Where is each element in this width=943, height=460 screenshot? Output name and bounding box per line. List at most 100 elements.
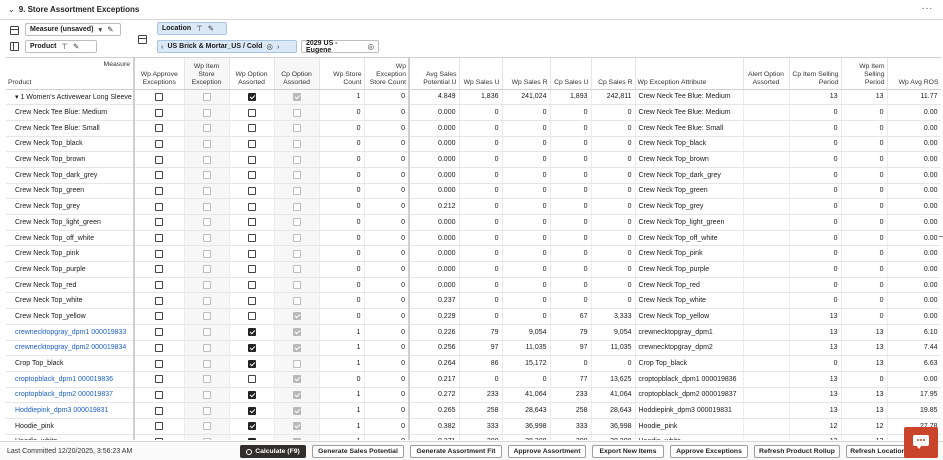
exception-store-count-cell[interactable]: 0 bbox=[364, 387, 410, 404]
option-assorted-checkbox[interactable] bbox=[247, 406, 256, 415]
store-count-cell[interactable]: 0 bbox=[319, 120, 365, 137]
approve-exception-checkbox[interactable] bbox=[155, 390, 164, 399]
approve-exception-checkbox[interactable] bbox=[155, 249, 164, 258]
product-cell[interactable]: crewnecktopgray_dpm2 000019834 bbox=[6, 340, 135, 357]
exception-store-count-cell[interactable]: 0 bbox=[364, 340, 410, 357]
calculate-button[interactable]: Calculate (F9) bbox=[240, 445, 306, 458]
approve-exception-checkbox[interactable] bbox=[155, 218, 164, 227]
option-assorted-checkbox[interactable] bbox=[247, 186, 256, 195]
exception-store-count-cell[interactable]: 0 bbox=[364, 245, 410, 263]
store-count-cell[interactable]: 0 bbox=[319, 136, 365, 153]
option-assorted-checkbox[interactable] bbox=[247, 265, 256, 274]
refresh-location-button[interactable]: Refresh Location bbox=[846, 445, 910, 458]
approve-exception-checkbox[interactable] bbox=[155, 265, 164, 274]
product-cell[interactable]: croptopblack_dpm1 000019836 bbox=[6, 371, 135, 388]
store-count-cell[interactable]: 0 bbox=[319, 277, 365, 294]
hierarchy-icon[interactable]: ⊤ bbox=[196, 24, 203, 33]
exception-store-count-cell[interactable]: 0 bbox=[364, 324, 410, 341]
store-count-cell[interactable]: 0 bbox=[319, 292, 365, 310]
store-count-cell[interactable]: 1 bbox=[319, 402, 365, 419]
approve-exception-checkbox[interactable] bbox=[155, 108, 164, 117]
exception-attribute-cell[interactable]: Crew Neck Top_green bbox=[635, 183, 744, 200]
exception-store-count-cell[interactable]: 0 bbox=[364, 183, 410, 200]
store-selector[interactable]: 2029 US - Eugene ◎ bbox=[301, 40, 379, 54]
approve-exception-checkbox[interactable] bbox=[155, 359, 164, 368]
exception-attribute-cell[interactable]: crewnecktopgray_dpm1 bbox=[635, 324, 744, 341]
option-assorted-checkbox[interactable] bbox=[247, 312, 256, 321]
table-row[interactable]: croptopblack_dpm2 000019837 1 0 0.272 233 41,… bbox=[6, 387, 941, 404]
table-row[interactable]: Crop Top_black 1 0 0.264 86 15,172 0 0 Crop Top_… bbox=[6, 355, 941, 372]
previous-arrow-icon[interactable]: ‹ bbox=[161, 42, 164, 51]
column-header[interactable]: Cp Item Selling Period bbox=[789, 58, 842, 90]
option-assorted-checkbox[interactable] bbox=[247, 343, 256, 352]
generate-assortment-fit-button[interactable]: Generate Assortment Fit bbox=[410, 445, 502, 458]
exception-attribute-cell[interactable]: crewnecktopgray_dpm2 bbox=[635, 340, 744, 357]
option-assorted-checkbox[interactable] bbox=[247, 92, 256, 101]
collapse-chevron-icon[interactable]: ⌄ bbox=[8, 5, 15, 14]
option-assorted-checkbox[interactable] bbox=[247, 139, 256, 148]
exception-attribute-cell[interactable]: Hoodie_white bbox=[635, 434, 744, 440]
exception-store-count-cell[interactable]: 0 bbox=[364, 198, 410, 215]
option-assorted-checkbox[interactable] bbox=[247, 124, 256, 133]
option-assorted-checkbox[interactable] bbox=[247, 375, 256, 384]
edit-pencil-icon[interactable]: ✎ bbox=[208, 24, 214, 33]
option-assorted-checkbox[interactable] bbox=[247, 108, 256, 117]
store-count-cell[interactable]: 0 bbox=[319, 371, 365, 388]
dropdown-arrow-icon[interactable]: ▾ bbox=[98, 25, 102, 34]
store-count-cell[interactable]: 1 bbox=[319, 355, 365, 372]
exception-attribute-cell[interactable]: Crop Top_black bbox=[635, 355, 744, 372]
location-page-selector[interactable]: ‹ US Brick & Mortar_US / Cold ◎ › bbox=[157, 40, 297, 53]
product-cell[interactable]: croptopblack_dpm2 000019837 bbox=[6, 387, 135, 404]
exception-attribute-cell[interactable]: Crew Neck Top_white bbox=[635, 292, 744, 310]
column-header[interactable]: Cp Sales U bbox=[550, 58, 592, 90]
refresh-product-rollup-button[interactable]: Refresh Product Rollup bbox=[754, 445, 840, 458]
column-header[interactable]: Wp Avg ROS bbox=[887, 58, 941, 90]
edit-pencil-icon[interactable]: ✎ bbox=[107, 25, 113, 34]
column-header[interactable]: Avg Sales Potential U bbox=[409, 58, 460, 90]
column-header[interactable]: Wp Sales U bbox=[459, 58, 503, 90]
exception-store-count-cell[interactable]: 0 bbox=[364, 214, 410, 231]
table-row[interactable]: crewnecktopgray_dpm2 000019834 1 0 0.256 97 1… bbox=[6, 340, 941, 357]
exception-store-count-cell[interactable]: 0 bbox=[364, 89, 410, 106]
approve-exception-checkbox[interactable] bbox=[155, 437, 164, 440]
store-count-cell[interactable]: 0 bbox=[319, 214, 365, 231]
column-header[interactable]: Wp Option Assorted bbox=[229, 58, 275, 90]
columns-layout-icon[interactable] bbox=[10, 42, 19, 51]
exception-store-count-cell[interactable]: 0 bbox=[364, 355, 410, 372]
product-dimension-pill[interactable]: Product ⊤ ✎ bbox=[25, 40, 97, 53]
exception-store-count-cell[interactable]: 0 bbox=[364, 402, 410, 419]
exception-attribute-cell[interactable]: Crew Neck Top_red bbox=[635, 277, 744, 294]
table-row[interactable]: Crew Neck Top_dark_grey 0 0 0.000 0 0 0 0 Crew N… bbox=[6, 167, 941, 184]
exception-attribute-cell[interactable]: Crew Neck Top_black bbox=[635, 136, 744, 153]
option-assorted-checkbox[interactable] bbox=[247, 422, 256, 431]
column-header[interactable]: Alert Option Assorted bbox=[743, 58, 790, 90]
store-count-cell[interactable]: 0 bbox=[319, 151, 365, 168]
exception-attribute-cell[interactable]: Crew Neck Tee Blue: Medium bbox=[635, 89, 744, 106]
exception-store-count-cell[interactable]: 0 bbox=[364, 167, 410, 184]
exception-attribute-cell[interactable]: Crew Neck Top_purple bbox=[635, 261, 744, 278]
column-header[interactable]: Wp Approve Exceptions bbox=[134, 58, 185, 90]
approve-exception-checkbox[interactable] bbox=[155, 343, 164, 352]
option-assorted-checkbox[interactable] bbox=[247, 390, 256, 399]
generate-sales-potential-button[interactable]: Generate Sales Potential bbox=[312, 445, 404, 458]
exception-store-count-cell[interactable]: 0 bbox=[364, 371, 410, 388]
column-header[interactable]: Wp Item Selling Period bbox=[841, 58, 888, 90]
column-header[interactable]: Wp Sales R bbox=[502, 58, 551, 90]
table-row[interactable]: croptopblack_dpm1 000019836 0 0 0.217 0 0 77 13… bbox=[6, 371, 941, 388]
approve-exception-checkbox[interactable] bbox=[155, 375, 164, 384]
exception-attribute-cell[interactable]: Crew Neck Top_dark_grey bbox=[635, 167, 744, 184]
measure-selector[interactable]: Measure (unsaved) ▾ ✎ bbox=[25, 23, 121, 36]
table-row[interactable]: Hoodie_pink 1 0 0.382 333 36,998 333 36,998 Hood… bbox=[6, 418, 941, 435]
table-row[interactable]: Crew Neck Top_off_white 0 0 0.000 0 0 0 0 Crew N… bbox=[6, 230, 941, 247]
approve-exception-checkbox[interactable] bbox=[155, 312, 164, 321]
edit-pencil-icon[interactable]: ✎ bbox=[73, 42, 79, 51]
exception-attribute-cell[interactable]: Hoddiepink_dpm3 000019831 bbox=[635, 402, 744, 419]
approve-exception-checkbox[interactable] bbox=[155, 139, 164, 148]
approve-exception-checkbox[interactable] bbox=[155, 328, 164, 337]
rows-layout-icon[interactable] bbox=[10, 26, 19, 35]
table-row[interactable]: Crew Neck Top_green 0 0 0.000 0 0 0 0 Crew Neck … bbox=[6, 183, 941, 200]
table-row[interactable]: Hoodie_white100.27130028,30830028,308Hoo… bbox=[6, 434, 941, 440]
store-count-cell[interactable]: 1 bbox=[319, 418, 365, 435]
target-icon[interactable]: ◎ bbox=[266, 42, 273, 51]
option-assorted-checkbox[interactable] bbox=[247, 296, 256, 305]
